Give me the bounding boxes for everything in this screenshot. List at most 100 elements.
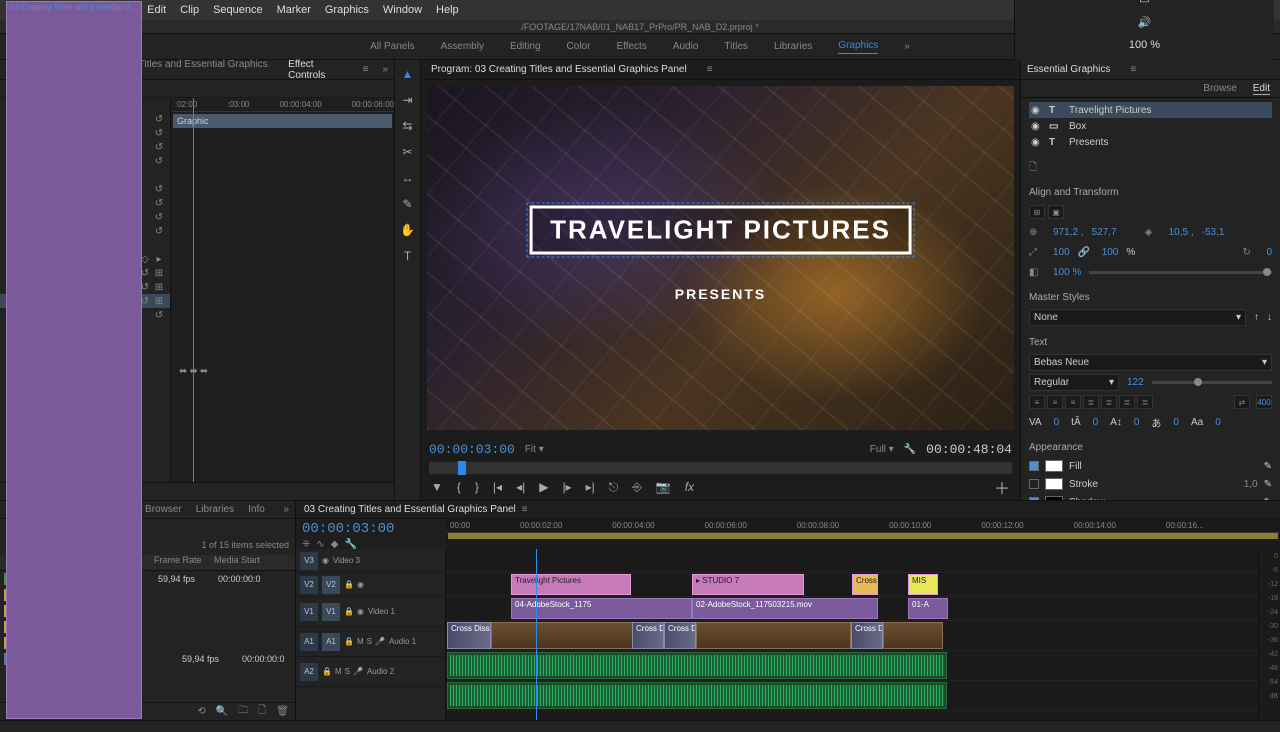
title-text-box[interactable]: TRAVELIGHT PICTURES [529,206,912,255]
scale-link-icon[interactable]: 🔗 [1078,247,1094,258]
lift-icon[interactable]: ⎋ [609,480,619,495]
fill-checkbox[interactable] [1029,461,1039,471]
new-item-icon[interactable]: 🗋 [258,703,266,720]
reset-icon[interactable]: ↺ [152,142,166,153]
razor-tool-icon[interactable]: ✂ [400,144,416,160]
push-style-up-icon[interactable]: ↑ [1254,312,1259,323]
opacity-slider[interactable] [1089,271,1272,274]
volume-icon[interactable]: 🔊 [1138,16,1152,29]
program-timecode-left[interactable]: 00:00:03:00 [429,442,515,457]
clip-cross[interactable]: Cross [852,574,878,595]
clip-cross-d[interactable]: Cross D [632,622,664,649]
clip-adobestock-1175[interactable]: 04-AdobeStock_1175 [511,598,692,619]
battery-status[interactable]: 100 % [1129,39,1160,51]
val-opacity[interactable]: 100 % [1053,267,1081,278]
new-layer-icon[interactable]: 🗋 [1029,162,1037,173]
val-pos-x[interactable]: 971,2 , [1053,227,1084,238]
tab-info[interactable]: Info [248,504,265,515]
val-kerning[interactable]: 400 [1256,395,1272,409]
step-back-icon[interactable]: ◂| [516,480,525,494]
eyedropper-icon[interactable]: ✎ [1264,497,1272,501]
val-tracking[interactable]: 0 [1054,417,1060,428]
clip-video-3[interactable] [883,622,943,649]
ws-audio[interactable]: Audio [673,41,699,52]
track-header-v3[interactable]: V3◉Video 3 [296,549,445,573]
align-safe-icon[interactable]: ▣ [1048,205,1064,219]
go-to-in-icon[interactable]: |◂ [493,480,502,494]
ec-clip-bar[interactable]: Graphic [173,114,392,128]
clip-cross-d[interactable]: Cross D [664,622,696,649]
layer-name[interactable]: Presents [1069,137,1108,148]
add-button-icon[interactable]: ＋ [994,475,1010,499]
align-right-icon[interactable]: ≡ [1065,395,1081,409]
track-a1[interactable] [446,651,1258,681]
val-baseline[interactable]: 0 [1134,417,1140,428]
tab-libraries[interactable]: Libraries [196,504,234,515]
ws-all-panels[interactable]: All Panels [370,41,414,52]
menu-window[interactable]: Window [383,4,422,16]
menu-clip[interactable]: Clip [180,4,199,16]
track-a2[interactable] [446,681,1258,711]
font-family-dropdown[interactable]: Bebas Neue▾ [1029,354,1272,371]
reset-icon[interactable]: ↺ [152,114,166,125]
panel-menu-icon[interactable]: ≡ [363,64,369,75]
eyedropper-icon[interactable]: ✎ [1264,461,1272,472]
track-v1[interactable]: Cross Dissolve Cross D Cross D Cross D [446,621,1258,651]
selection-tool-icon[interactable]: ▲ [400,66,416,82]
timeline-ruler[interactable]: 00:00 00:00:02:00 00:00:04:00 00:00:06:0… [446,519,1280,533]
ec-playhead[interactable] [193,98,194,482]
menu-help[interactable]: Help [436,4,459,16]
work-area-bar[interactable] [448,533,1278,539]
panel-overflow-icon[interactable]: » [283,504,289,515]
clip-audio-1[interactable] [447,652,947,679]
panel-overflow-icon[interactable]: » [382,64,388,75]
panel-menu-icon[interactable]: ≡ [522,504,528,515]
add-marker-icon[interactable]: ▼ [431,480,443,494]
val-tsume[interactable]: 0 [1173,417,1179,428]
clip-cross-dissolve[interactable]: Cross Dissolve [447,622,491,649]
panel-menu-icon[interactable]: ≡ [1130,64,1136,75]
eg-layer-travelight[interactable]: ◉TTravelight Pictures [1029,102,1272,118]
menu-edit[interactable]: Edit [147,4,166,16]
eye-icon[interactable]: ◉ [1031,105,1043,116]
title-sub-text[interactable]: PRESENTS [675,286,766,302]
track-header-a1[interactable]: A1A1🔒MS🎤Audio 1 [296,627,445,657]
play-icon[interactable]: ▶ [539,480,548,494]
stroke-swatch[interactable] [1045,478,1063,490]
clip-title-travelight[interactable]: Travelight Pictures [511,574,631,595]
align-grid-icon[interactable]: ⊞ [1029,205,1045,219]
panel-menu-icon[interactable]: ≡ [707,64,713,75]
clip-misc[interactable]: MIS [908,574,938,595]
menu-sequence[interactable]: Sequence [213,4,263,16]
mark-out-icon[interactable]: } [475,480,479,494]
stroke-width[interactable]: 1,0 [1244,479,1258,490]
resolution-dropdown[interactable]: Full ▾ [870,444,894,455]
ws-editing[interactable]: Editing [510,41,541,52]
master-style-dropdown[interactable]: None ▾ [1029,309,1246,326]
eg-layer-presents[interactable]: ◉TPresents [1029,134,1272,150]
font-weight-dropdown[interactable]: Regular▾ [1029,374,1119,391]
layer-name[interactable]: Travelight Pictures [1069,105,1151,116]
ws-titles[interactable]: Titles [724,41,748,52]
title-main-text[interactable]: TRAVELIGHT PICTURES [550,215,891,246]
clip-video-1[interactable] [491,622,636,649]
track-header-v1[interactable]: V1V1🔒◉Video 1 [296,597,445,627]
val-caps[interactable]: 0 [1215,417,1221,428]
find-icon[interactable]: 🔍 [216,706,228,717]
menu-graphics[interactable]: Graphics [325,4,369,16]
extract-icon[interactable]: ⎆ [632,480,642,495]
fill-swatch[interactable] [1045,460,1063,472]
eye-icon[interactable]: ◉ [1031,137,1043,148]
clip-video-2[interactable] [696,622,851,649]
ws-effects[interactable]: Effects [616,41,646,52]
align-justify-last-c-icon[interactable]: ≣ [1119,395,1135,409]
sequence-tab[interactable]: 03 Creating Titles and Essential Graphic… [304,504,516,515]
go-to-out-icon[interactable]: ▸| [586,480,595,494]
export-frame-icon[interactable]: 📷 [656,480,671,494]
eye-icon[interactable]: ◉ [1031,121,1043,132]
font-size-slider[interactable] [1152,381,1272,384]
ripple-tool-icon[interactable]: ⇆ [400,118,416,134]
shadow-checkbox[interactable] [1029,497,1039,500]
font-size[interactable]: 122 [1127,377,1144,388]
ws-color[interactable]: Color [567,41,591,52]
